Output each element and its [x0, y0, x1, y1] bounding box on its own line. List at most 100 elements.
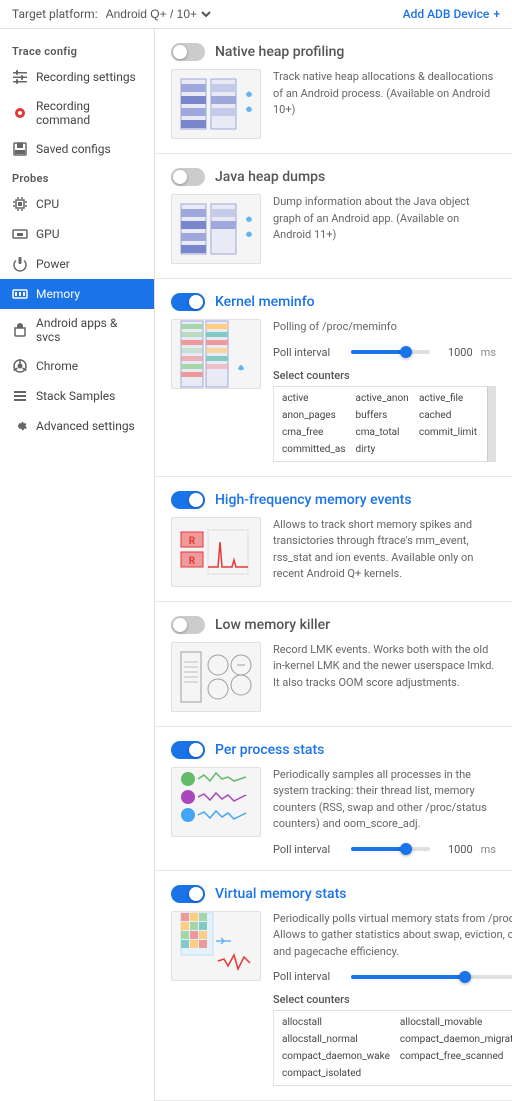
- probe-virtual-memory-stats: Virtual memory stats: [155, 871, 512, 1101]
- native-heap-toggle[interactable]: [171, 43, 205, 61]
- toggle-row: Per process stats: [171, 741, 496, 759]
- counter-dirty[interactable]: dirty: [352, 442, 413, 457]
- poll-unit: ms: [481, 346, 496, 359]
- sidebar-item-cpu[interactable]: CPU: [0, 189, 154, 219]
- java-heap-image: [171, 194, 261, 264]
- java-heap-title: Java heap dumps: [215, 169, 325, 185]
- counter-allocstall[interactable]: allocstall: [278, 1015, 394, 1030]
- counter-active[interactable]: active: [278, 391, 350, 406]
- save-icon: [12, 141, 28, 157]
- content-row: Periodically polls virtual memory stats …: [171, 911, 496, 1087]
- java-heap-toggle[interactable]: [171, 168, 205, 186]
- record-icon: [12, 105, 28, 121]
- per-process-stats-toggle[interactable]: [171, 741, 205, 759]
- content-row: Polling of /proc/meminfo Poll interval 1…: [171, 319, 496, 462]
- poll-slider[interactable]: [351, 350, 430, 354]
- toggle-knob: [173, 45, 187, 59]
- sidebar-label: CPU: [36, 197, 59, 211]
- target-select[interactable]: Android Q+ / 10+: [102, 6, 214, 22]
- toggle-knob: [189, 295, 203, 309]
- toggle-knob: [173, 170, 187, 184]
- sidebar-item-stack-samples[interactable]: Stack Samples: [0, 381, 154, 411]
- poll-slider[interactable]: [351, 975, 512, 979]
- probe-kernel-meminfo: Kernel meminfo: [155, 279, 512, 477]
- java-heap-description: Dump information about the Java object g…: [273, 194, 496, 244]
- main-layout: Trace config Recording settings Recordin…: [0, 29, 512, 1101]
- counter-cma-total[interactable]: cma_total: [352, 425, 413, 440]
- counter-compact-daemon-wake[interactable]: compact_daemon_wake: [278, 1049, 394, 1064]
- low-memory-killer-toggle[interactable]: [171, 616, 205, 634]
- counter-commit-limit[interactable]: commit_limit: [415, 425, 481, 440]
- counter-active-file[interactable]: active_file: [415, 391, 481, 406]
- high-freq-memory-toggle[interactable]: [171, 491, 205, 509]
- add-adb-label: Add ADB Device: [403, 7, 490, 21]
- counters-section: Select counters active active_anon activ…: [273, 369, 496, 462]
- per-process-stats-title: Per process stats: [215, 742, 324, 758]
- counter-compact-free-scanned[interactable]: compact_free_scanned: [396, 1049, 512, 1064]
- toggle-row: Kernel meminfo: [171, 293, 496, 311]
- sidebar-item-saved-configs[interactable]: Saved configs: [0, 134, 154, 164]
- virtual-memory-stats-title: Virtual memory stats: [215, 886, 346, 902]
- counters-label: Select counters: [273, 993, 512, 1006]
- counter-cma-free[interactable]: cma_free: [278, 425, 350, 440]
- sidebar: Trace config Recording settings Recordin…: [0, 29, 155, 1101]
- native-heap-image: [171, 69, 261, 139]
- add-adb-button[interactable]: Add ADB Device +: [403, 7, 500, 21]
- counter-allocstall-normal[interactable]: allocstall_normal: [278, 1032, 394, 1047]
- toggle-row: Virtual memory stats: [171, 885, 496, 903]
- sidebar-label: Power: [36, 257, 70, 271]
- counter-active-anon[interactable]: active_anon: [352, 391, 413, 406]
- kernel-meminfo-toggle[interactable]: [171, 293, 205, 311]
- svg-text:R: R: [189, 536, 196, 547]
- chrome-icon: [12, 358, 28, 374]
- counter-anon-pages[interactable]: anon_pages: [278, 408, 350, 423]
- sidebar-item-android-apps[interactable]: Android apps & svcs: [0, 309, 154, 351]
- content-row: Dump information about the Java object g…: [171, 194, 496, 264]
- sliders-icon: [12, 69, 28, 85]
- poll-unit: ms: [481, 843, 496, 856]
- counter-buffers[interactable]: buffers: [352, 408, 413, 423]
- sidebar-item-gpu[interactable]: GPU: [0, 219, 154, 249]
- counter-compact-daemon-migrate[interactable]: compact_daemon_migrate_scanned: [396, 1032, 512, 1047]
- virtual-memory-stats-toggle[interactable]: [171, 885, 205, 903]
- native-heap-description: Track native heap allocations & dealloca…: [273, 69, 496, 119]
- kernel-meminfo-description: Polling of /proc/meminfo: [273, 319, 496, 336]
- counters-section: Select counters allocstall allocstall_mo…: [273, 993, 512, 1086]
- counter-committed-as[interactable]: committed_as: [278, 442, 350, 457]
- sidebar-label: Stack Samples: [36, 389, 115, 403]
- toggle-row: High-frequency memory events: [171, 491, 496, 509]
- probe-high-freq-memory: High-frequency memory events R R: [155, 477, 512, 602]
- high-freq-memory-title: High-frequency memory events: [215, 492, 412, 508]
- poll-interval-label: Poll interval: [273, 346, 343, 359]
- sidebar-item-chrome[interactable]: Chrome: [0, 351, 154, 381]
- android-icon: [12, 322, 28, 338]
- sidebar-item-recording-command[interactable]: Recording command: [0, 92, 154, 134]
- virtual-memory-stats-description: Periodically polls virtual memory stats …: [273, 911, 512, 961]
- per-process-stats-image: [171, 767, 261, 837]
- sidebar-item-memory[interactable]: Memory: [0, 279, 154, 309]
- counter-cached[interactable]: cached: [415, 408, 481, 423]
- counter-compact-isolated[interactable]: compact_isolated: [278, 1066, 394, 1081]
- sidebar-item-recording-settings[interactable]: Recording settings: [0, 62, 154, 92]
- content-row: R R Allows to track short memory spikes …: [171, 517, 496, 587]
- virtual-memory-stats-image: [171, 911, 261, 981]
- sidebar-label: Saved configs: [36, 142, 111, 156]
- memory-icon: [12, 286, 28, 302]
- poll-interval-label: Poll interval: [273, 843, 343, 856]
- sidebar-label: Recording settings: [36, 70, 136, 84]
- poll-slider[interactable]: [351, 847, 430, 851]
- top-bar: Target platform: Android Q+ / 10+ Add AD…: [0, 0, 512, 29]
- counter-allocstall-movable[interactable]: allocstall_movable: [396, 1015, 512, 1030]
- gear-icon: [12, 418, 28, 434]
- kernel-meminfo-image: [171, 319, 261, 389]
- content-row: Track native heap allocations & dealloca…: [171, 69, 496, 139]
- per-process-stats-description: Periodically samples all processes in th…: [273, 767, 496, 833]
- gpu-icon: [12, 226, 28, 242]
- power-icon: [12, 256, 28, 272]
- sidebar-label: Chrome: [36, 359, 78, 373]
- toggle-knob: [189, 887, 203, 901]
- sidebar-label: Recording command: [36, 99, 142, 127]
- sidebar-item-power[interactable]: Power: [0, 249, 154, 279]
- sidebar-item-advanced-settings[interactable]: Advanced settings: [0, 411, 154, 441]
- low-memory-killer-description: Record LMK events. Works both with the o…: [273, 642, 496, 692]
